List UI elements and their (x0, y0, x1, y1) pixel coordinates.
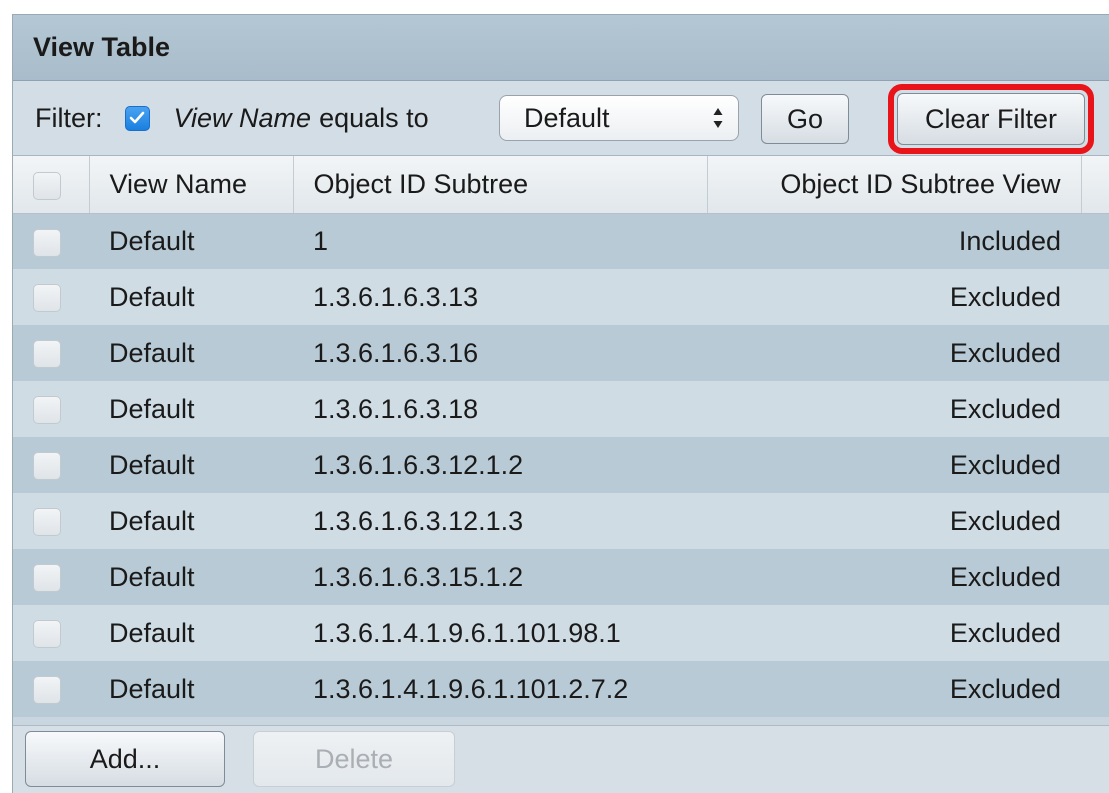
row-view-name: Default (109, 505, 195, 536)
row-checkbox[interactable] (33, 452, 61, 481)
row-checkbox[interactable] (33, 508, 61, 537)
row-subtree-view: Excluded (949, 393, 1061, 424)
filter-operator: equals to (319, 102, 429, 133)
table-row[interactable]: Default 1.3.6.1.6.3.16 Excluded (13, 325, 1109, 381)
row-subtree: 1.3.6.1.4.1.9.6.1.101.98.1 (313, 617, 621, 648)
table-header-row: View Name Object ID Subtree Object ID Su… (13, 156, 1109, 214)
table-row[interactable]: Default 1 Included (13, 213, 1109, 269)
row-subtree-view: Excluded (949, 505, 1061, 536)
row-checkbox[interactable] (33, 620, 61, 649)
row-checkbox[interactable] (33, 676, 61, 705)
table-row[interactable]: Default 1.3.6.1.6.3.13 Excluded (13, 269, 1109, 325)
view-name-select-value: Default (524, 102, 610, 133)
row-subtree: 1.3.6.1.6.3.13 (313, 281, 479, 312)
row-subtree-view: Included (958, 225, 1061, 256)
filter-enable-checkbox[interactable] (124, 105, 150, 131)
row-checkbox[interactable] (33, 340, 61, 369)
row-subtree: 1.3.6.1.6.3.18 (313, 393, 479, 424)
row-view-name: Default (109, 281, 195, 312)
row-view-name: Default (109, 449, 195, 480)
row-view-name: Default (109, 561, 195, 592)
panel-title: View Table (13, 15, 1109, 81)
row-view-name: Default (109, 337, 195, 368)
row-subtree-view: Excluded (949, 673, 1061, 704)
column-header-view-name[interactable]: View Name (89, 156, 294, 214)
checkmark-icon (129, 111, 145, 124)
column-header-subtree-view[interactable]: Object ID Subtree View (707, 156, 1082, 214)
row-subtree: 1 (313, 225, 329, 256)
row-subtree: 1.3.6.1.6.3.15.1.2 (313, 561, 524, 592)
table-footer: Add... Delete (13, 725, 1109, 793)
row-checkbox[interactable] (33, 564, 61, 593)
table-row[interactable]: Default 1.3.6.1.6.3.12.1.2 Excluded (13, 437, 1109, 493)
table-row[interactable]: Default 1.3.6.1.6.3.15.1.2 Excluded (13, 549, 1109, 605)
filter-label: Filter: (35, 102, 103, 133)
filter-field-name: View Name (173, 102, 312, 133)
select-all-checkbox[interactable] (33, 171, 61, 200)
table-row[interactable]: Default 1.3.6.1.6.3.18 Excluded (13, 381, 1109, 437)
row-view-name: Default (109, 393, 195, 424)
view-table-panel: View Table Filter: View Name equals to D… (12, 14, 1109, 793)
row-subtree-view: Excluded (949, 449, 1061, 480)
row-subtree: 1.3.6.1.4.1.9.6.1.101.2.7.2 (313, 673, 629, 704)
clear-filter-button[interactable]: Clear Filter (897, 93, 1085, 145)
row-subtree: 1.3.6.1.6.3.12.1.3 (313, 505, 524, 536)
view-table: View Name Object ID Subtree Object ID Su… (13, 156, 1109, 717)
row-subtree: 1.3.6.1.6.3.16 (313, 337, 479, 368)
filter-bar: Filter: View Name equals to Default Go C… (13, 81, 1109, 156)
add-button[interactable]: Add... (25, 731, 225, 787)
row-subtree-view: Excluded (949, 561, 1061, 592)
row-view-name: Default (109, 673, 195, 704)
row-checkbox[interactable] (33, 396, 61, 425)
select-all-cell (13, 156, 90, 214)
table-row[interactable]: Default 1.3.6.1.4.1.9.6.1.101.2.7.2 Excl… (13, 661, 1109, 717)
view-name-select[interactable]: Default (499, 95, 739, 141)
column-header-object-id-subtree[interactable]: Object ID Subtree (293, 156, 708, 214)
go-button[interactable]: Go (761, 94, 849, 144)
delete-button[interactable]: Delete (253, 731, 455, 787)
row-subtree-view: Excluded (949, 617, 1061, 648)
table-row[interactable]: Default 1.3.6.1.4.1.9.6.1.101.98.1 Exclu… (13, 605, 1109, 661)
row-checkbox[interactable] (33, 228, 61, 257)
select-arrows-icon (713, 108, 723, 128)
row-subtree: 1.3.6.1.6.3.12.1.2 (313, 449, 524, 480)
table-row[interactable]: Default 1.3.6.1.6.3.12.1.3 Excluded (13, 493, 1109, 549)
row-checkbox[interactable] (33, 284, 61, 313)
row-subtree-view: Excluded (949, 337, 1061, 368)
row-view-name: Default (109, 225, 195, 256)
row-view-name: Default (109, 617, 195, 648)
row-subtree-view: Excluded (949, 281, 1061, 312)
column-header-filler (1081, 156, 1109, 214)
